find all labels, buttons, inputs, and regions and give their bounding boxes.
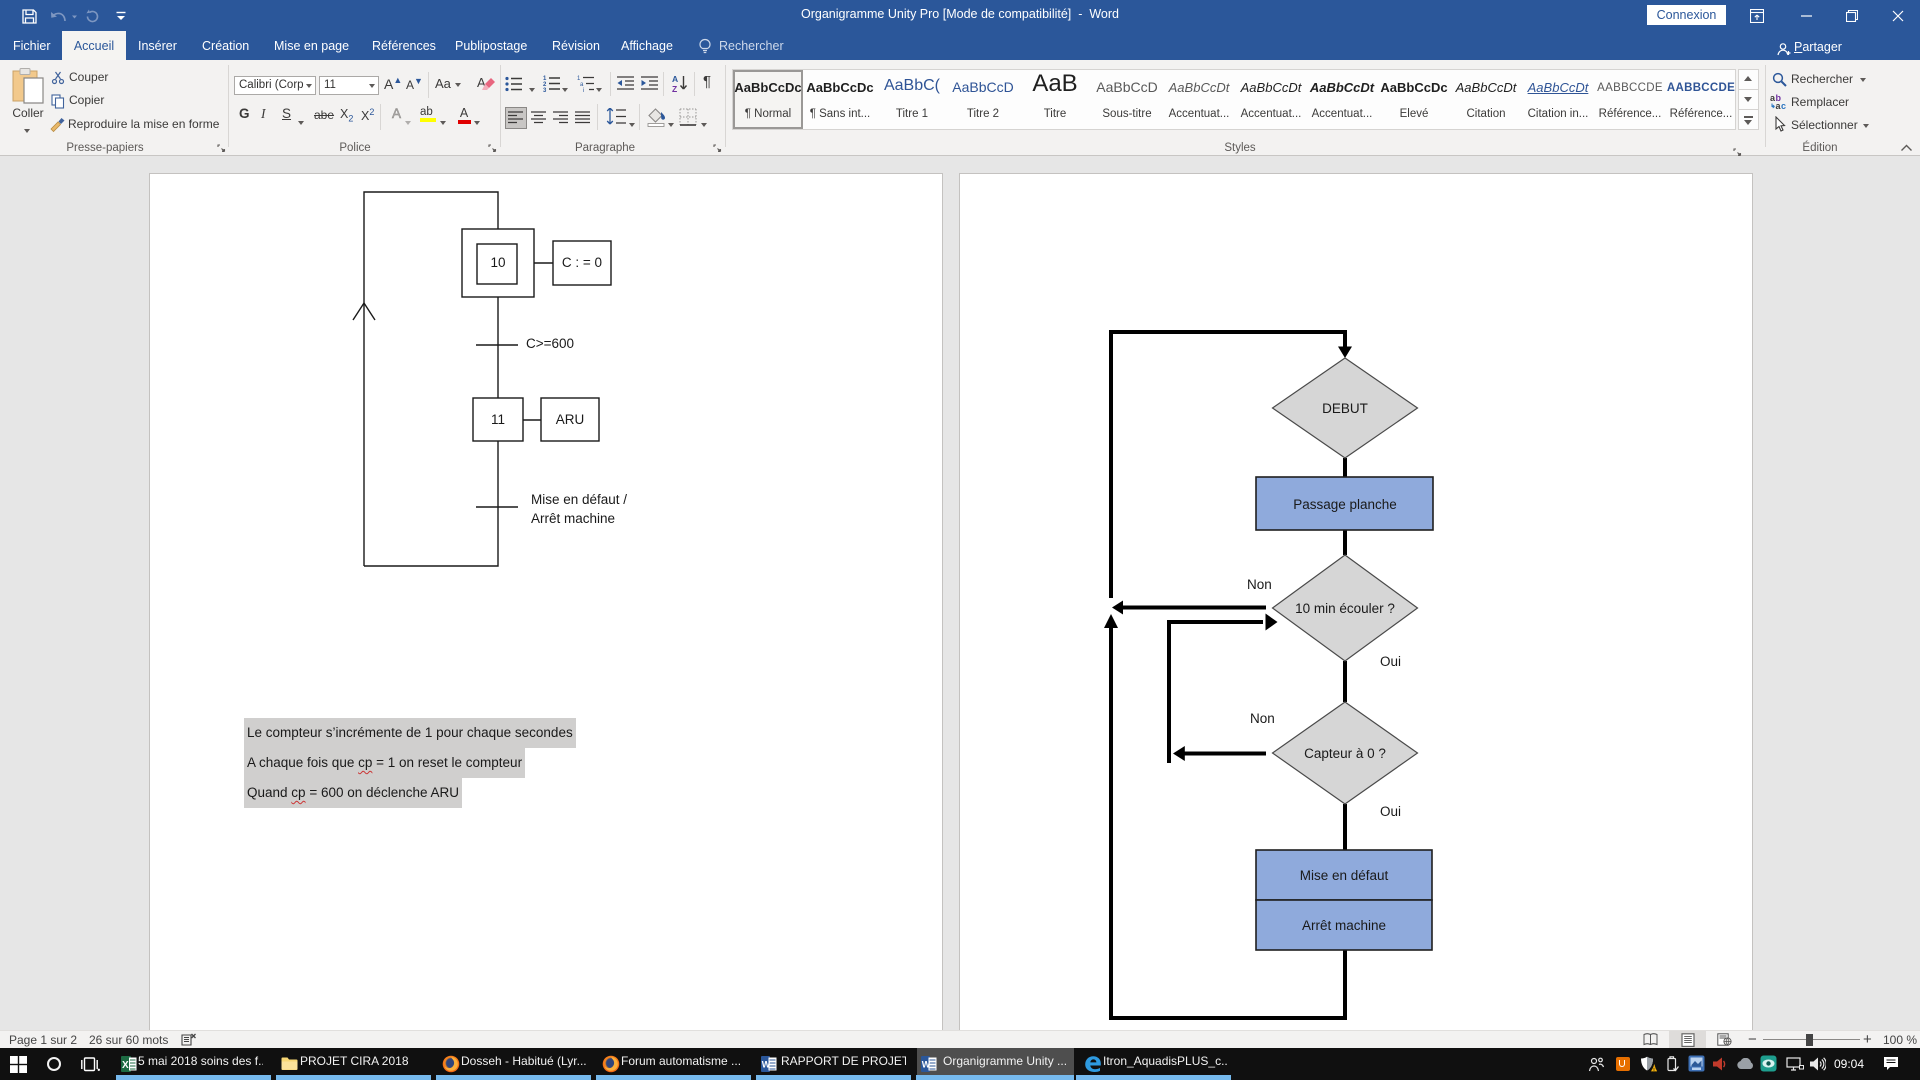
svg-text:Oui: Oui xyxy=(1380,804,1401,819)
svg-text:Mise en défaut: Mise en défaut xyxy=(1300,868,1389,883)
svg-text:Passage planche: Passage planche xyxy=(1293,497,1397,512)
svg-text:W: W xyxy=(762,1060,771,1070)
svg-text:Non: Non xyxy=(1250,711,1275,726)
svg-text:W: W xyxy=(922,1060,931,1070)
svg-text:10 min écouler ?: 10 min écouler ? xyxy=(1295,601,1395,616)
svg-text:Oui: Oui xyxy=(1380,654,1401,669)
svg-text:Z: Z xyxy=(672,84,677,93)
svg-text:DEBUT: DEBUT xyxy=(1322,401,1368,416)
svg-text:Capteur à 0 ?: Capteur à 0 ? xyxy=(1304,746,1386,761)
svg-text:i: i xyxy=(583,88,584,92)
svg-text:3: 3 xyxy=(543,88,547,92)
svg-text:c: c xyxy=(1781,101,1786,110)
svg-text:A: A xyxy=(672,74,678,84)
svg-text:Non: Non xyxy=(1247,577,1272,592)
svg-text:Arrêt machine: Arrêt machine xyxy=(1302,918,1386,933)
svg-text:X: X xyxy=(122,1060,129,1071)
